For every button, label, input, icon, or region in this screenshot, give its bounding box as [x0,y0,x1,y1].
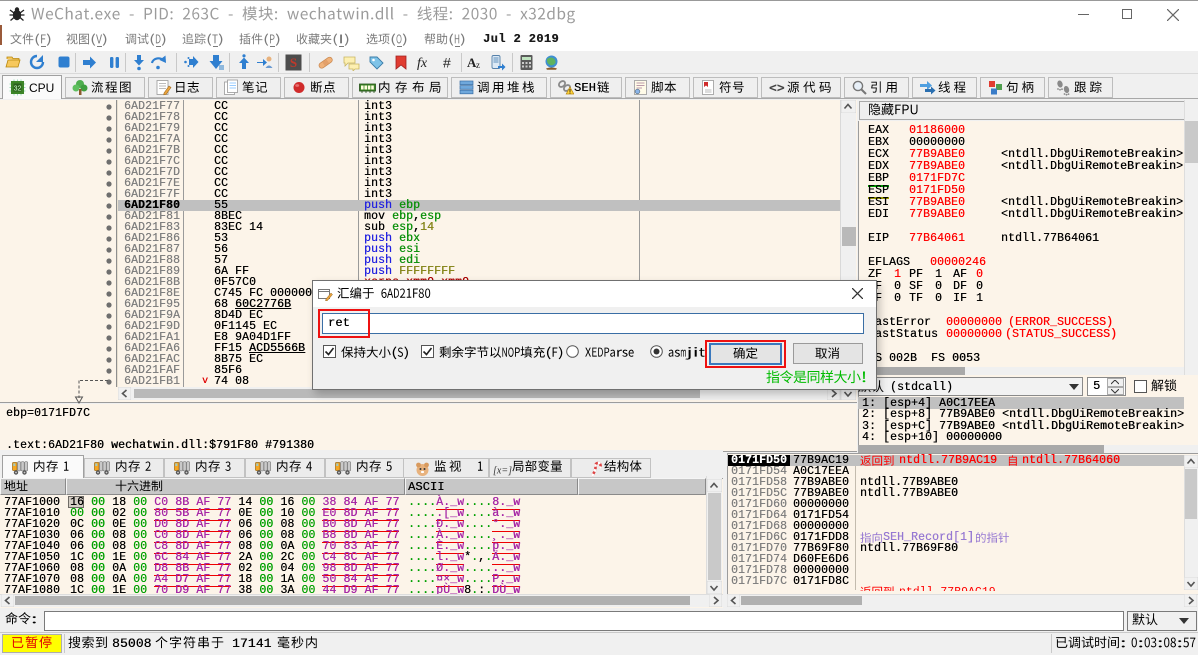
svg-text:z: z [476,60,480,70]
svg-text:!: ! [569,90,571,96]
svg-text:#: # [443,55,451,71]
svg-text:[x=]: [x=] [493,466,512,477]
svg-text:<>: <> [769,81,785,96]
svg-text:S: S [290,55,297,70]
svg-text:fx: fx [417,56,428,71]
svg-text:32: 32 [14,86,22,93]
